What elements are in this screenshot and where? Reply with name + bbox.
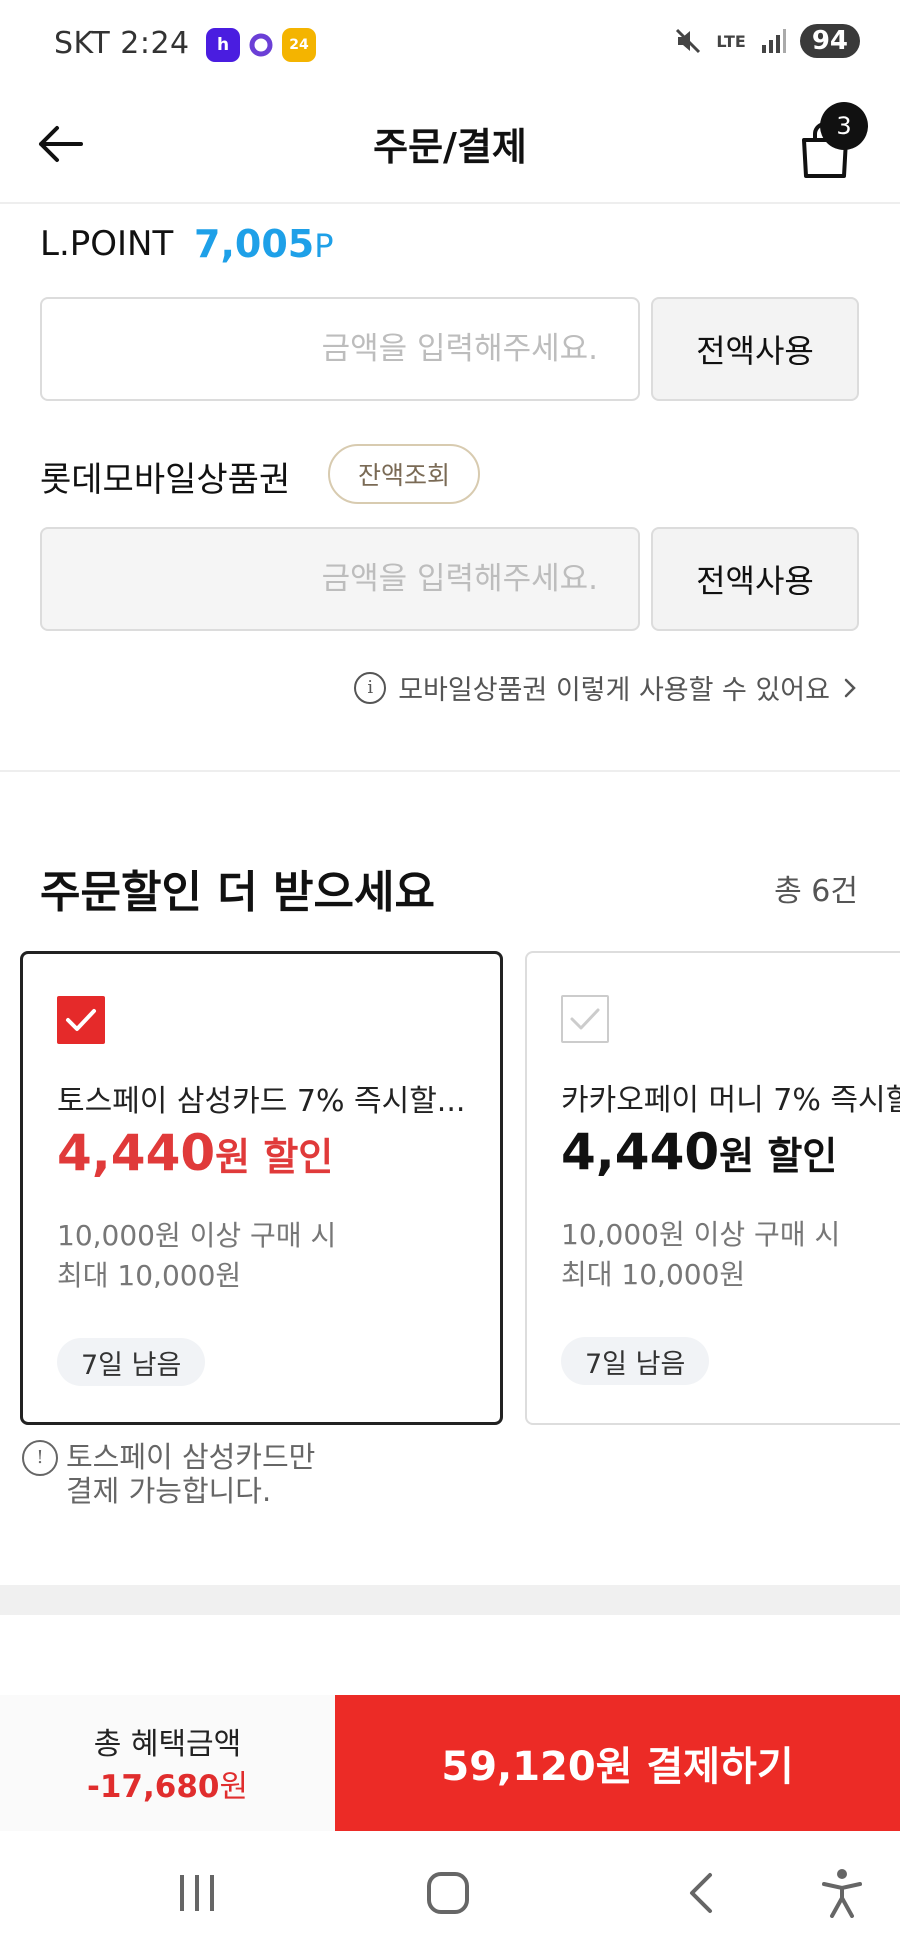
promotions-count: 총 6건 <box>774 874 858 909</box>
gift-card-full-use-button[interactable]: 전액사용 <box>651 527 859 631</box>
cart-count-badge: 3 <box>820 102 868 150</box>
total-benefit-value: -17,680원 <box>0 1761 335 1806</box>
promo-note: ! 토스페이 삼성카드만 결제 가능합니다. <box>22 1440 315 1508</box>
accessibility-button[interactable] <box>802 1853 882 1933</box>
check-icon <box>66 1009 96 1031</box>
promo-amount-value: 4,440 <box>561 1123 720 1181</box>
balance-check-button[interactable]: 잔액조회 <box>328 444 480 504</box>
promo-days-left-badge: 7일 남음 <box>561 1337 710 1385</box>
lte-label: LTE <box>716 31 746 51</box>
promo-amount-unit: 원 할인 <box>719 1134 838 1178</box>
gift-card-label: 롯데모바일상품권 <box>40 460 291 500</box>
total-benefit-unit: 원 <box>219 1769 249 1805</box>
page-header: 주문/결제 3 <box>0 92 900 204</box>
promo-amount-unit: 원 할인 <box>215 1135 334 1179</box>
promo-checkbox-unchecked[interactable] <box>561 995 609 1043</box>
lpoint-unit: P <box>314 227 334 265</box>
promo-amount-value: 4,440 <box>57 1124 216 1182</box>
lpoint-full-use-button[interactable]: 전액사용 <box>651 297 859 401</box>
recent-apps-button[interactable] <box>157 1853 237 1933</box>
promo-condition-line: 10,000원 이상 구매 시 <box>561 1218 841 1251</box>
status-indicators: LTE 94 <box>674 24 860 58</box>
promo-note-line: 결제 가능합니다. <box>66 1474 272 1508</box>
lpoint-amount-input[interactable] <box>40 297 640 401</box>
gift-card-amount-input[interactable] <box>40 527 640 631</box>
24-app-icon: 24 <box>282 28 316 62</box>
mute-icon <box>676 28 701 54</box>
lpoint-label: L.POINT <box>40 224 174 264</box>
promo-condition-line: 10,000원 이상 구매 시 <box>57 1219 337 1252</box>
total-benefit: 총 혜택금액 -17,680원 <box>0 1695 335 1831</box>
back-nav-button[interactable] <box>661 1853 741 1933</box>
pay-button[interactable]: 59,120원 결제하기 <box>335 1695 900 1831</box>
promo-card-conditions: 10,000원 이상 구매 시 최대 10,000원 <box>57 1216 336 1296</box>
promo-card-amount: 4,440원 할인 <box>57 1124 333 1182</box>
home-icon <box>427 1872 469 1914</box>
promotions-title: 주문할인 더 받으세요 <box>40 867 435 918</box>
promo-card-conditions: 10,000원 이상 구매 시 최대 10,000원 <box>561 1215 840 1295</box>
home-button[interactable] <box>408 1853 488 1933</box>
h-app-icon: h <box>206 28 240 62</box>
lpoint-amount: 7,005 <box>194 222 315 266</box>
promo-condition-line: 최대 10,000원 <box>561 1258 746 1291</box>
promo-condition-line: 최대 10,000원 <box>57 1259 242 1292</box>
exclamation-icon: ! <box>22 1440 58 1476</box>
promo-note-line: 토스페이 삼성카드만 <box>66 1440 316 1474</box>
status-bar: SKT 2:24 h 24 LTE 94 <box>0 0 900 92</box>
page-title: 주문/결제 <box>373 125 527 169</box>
total-benefit-amount: -17,680 <box>86 1769 220 1805</box>
status-carrier-time: SKT 2:24 <box>54 26 190 61</box>
battery-level: 94 <box>799 24 860 58</box>
total-benefit-label: 총 혜택금액 <box>93 1727 242 1762</box>
gift-card-help-text: 모바일상품권 이렇게 사용할 수 있어요 <box>398 675 830 706</box>
recent-apps-icon <box>180 1875 214 1911</box>
signal-icon <box>761 29 786 53</box>
promo-card-amount: 4,440원 할인 <box>561 1123 837 1181</box>
promo-days-left-badge: 7일 남음 <box>57 1338 206 1386</box>
promo-card-title: 카카오페이 머니 7% 즉시할 <box>561 1083 900 1118</box>
back-chevron-icon <box>690 1873 712 1913</box>
info-icon: i <box>354 671 387 704</box>
check-icon <box>570 1008 600 1030</box>
checkout-bar: 총 혜택금액 -17,680원 59,120원 결제하기 <box>0 1695 900 1831</box>
promo-card-unselected[interactable]: 카카오페이 머니 7% 즉시할 4,440원 할인 10,000원 이상 구매 … <box>525 951 900 1425</box>
section-divider-thick <box>0 1585 900 1615</box>
system-nav-bar <box>0 1831 900 1950</box>
promo-checkbox-checked[interactable] <box>57 996 105 1044</box>
lpoint-value: 7,005P <box>194 222 334 266</box>
circle-app-icon <box>244 28 278 62</box>
chevron-right-icon <box>844 678 856 697</box>
promo-card-selected[interactable]: 토스페이 삼성카드 7% 즉시할... 4,440원 할인 10,000원 이상… <box>20 951 503 1425</box>
promo-card-title: 토스페이 삼성카드 7% 즉시할... <box>57 1084 466 1119</box>
accessibility-icon <box>822 1869 862 1918</box>
section-divider <box>0 770 900 772</box>
gift-card-help-link[interactable]: i 모바일상품권 이렇게 사용할 수 있어요 <box>354 668 858 707</box>
